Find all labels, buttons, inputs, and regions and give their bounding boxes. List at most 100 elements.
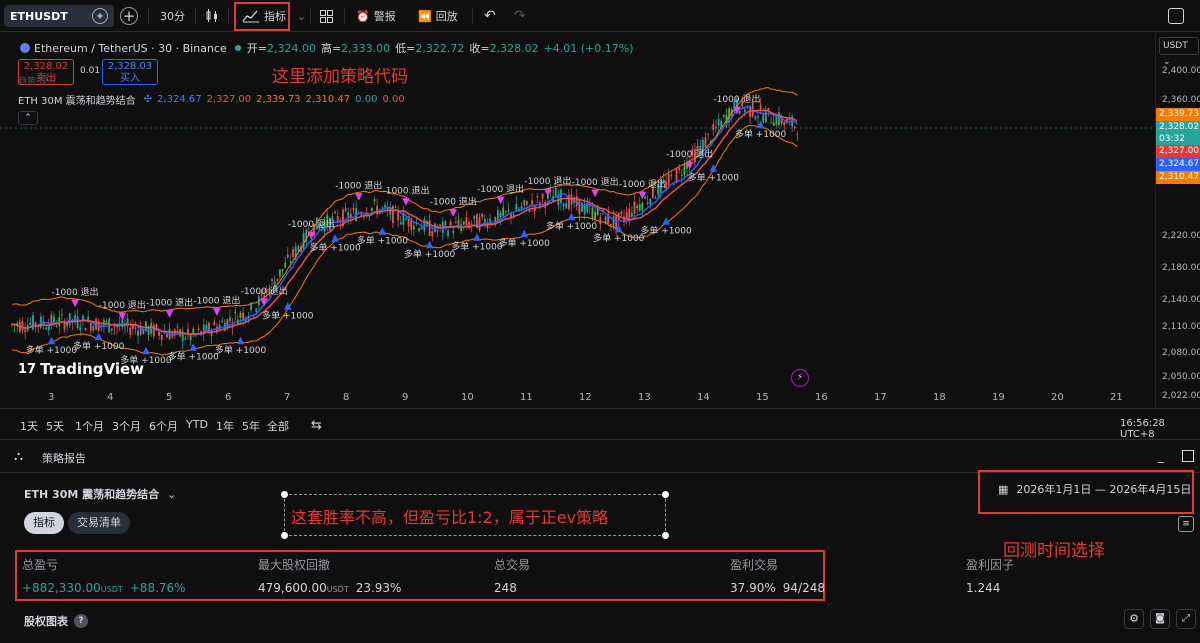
lightning-icon[interactable]: ⚡ [791, 369, 809, 387]
candle-body [213, 321, 216, 326]
trade-label: -1000 退出 [99, 299, 146, 311]
collapse-legend-icon[interactable]: ⌃ [18, 111, 38, 125]
metric-unit: USDT [100, 585, 123, 594]
candle-body [399, 222, 402, 225]
equity-chart-toggle[interactable]: 股权图表 ? [24, 613, 88, 629]
candle-body [436, 229, 439, 232]
fullscreen-icon[interactable] [1168, 8, 1184, 24]
trade-label: -1000 退出 [572, 176, 619, 188]
replay-button[interactable]: ⏪ 回放 [418, 5, 458, 27]
candle-body [680, 175, 683, 177]
goto-date-icon[interactable]: ⇆ [311, 418, 322, 433]
chart-pane[interactable]: 多单 +1000 ▲ -1000 退出 ▼ 多单 +1000 ▲ -1000 退出 ▼ 多单 +… [0, 32, 1155, 412]
watermark-text: TradingView [40, 360, 145, 378]
expand-icon[interactable]: ⤢ [1176, 609, 1196, 629]
price-tick: 2,360.00 [1162, 95, 1200, 105]
study-value-3: 2,339.73 [256, 94, 301, 105]
candle-body [189, 334, 192, 341]
range-button[interactable]: 全部 [267, 418, 289, 434]
strategy-name-dropdown[interactable]: ETH 30M 震荡和趋势结合 ⌄ [24, 486, 176, 502]
resize-handle[interactable] [662, 491, 669, 498]
help-icon[interactable]: ? [74, 614, 88, 628]
redo-icon[interactable]: ↷ [514, 5, 526, 27]
time-tick: 7 [284, 392, 291, 403]
range-button[interactable]: 1天 [20, 418, 38, 434]
short-arrow-icon: ▼ [639, 190, 647, 201]
study-value-5: 0.00 [355, 94, 378, 105]
annotation-code: 这里添加策略代码 [272, 67, 408, 87]
timeframe-button[interactable]: 30分 [160, 5, 185, 27]
candle-body [722, 114, 725, 117]
candle-body [793, 126, 796, 128]
range-button[interactable]: 5天 [46, 418, 64, 434]
buy-button[interactable]: 2,328.03 买入 [102, 59, 158, 85]
range-button[interactable]: 5年 [242, 418, 260, 434]
time-tick: 19 [992, 392, 1005, 403]
candle-body [234, 311, 237, 314]
candle-body [502, 207, 505, 217]
divider [310, 8, 311, 24]
candle-body [743, 109, 746, 113]
range-button[interactable]: 3个月 [112, 418, 141, 434]
candle-body [281, 268, 284, 271]
divider [148, 8, 149, 24]
compare-add-icon[interactable]: + [120, 7, 138, 25]
candle-type-icon[interactable] [205, 5, 219, 27]
currency-select[interactable]: USDT ⌄ [1159, 37, 1199, 67]
candle-body [654, 197, 657, 199]
tab-indicators[interactable]: 指标 [24, 512, 64, 534]
change-value: +4.01 (+0.17%) [543, 41, 634, 55]
indicator-template-chevron-icon[interactable]: ⌄ [297, 5, 306, 27]
symbol-search[interactable]: ETHUSDT ◈ [4, 5, 114, 27]
alert-button[interactable]: ⏰ 警报 [356, 5, 396, 27]
range-button[interactable]: 1个月 [75, 418, 104, 434]
time-axis[interactable]: 3 4 5 6 7 8 9 10 11 12 13 14 15 16 17 18 19 20 21 [0, 386, 1155, 408]
range-button[interactable]: 6个月 [149, 418, 178, 434]
candle-body [699, 145, 702, 149]
camera-icon[interactable]: ◙ [1150, 609, 1170, 629]
price-tick: 2,140.00 [1162, 295, 1200, 305]
layout-grid-icon[interactable] [320, 5, 333, 27]
candle-body [297, 246, 300, 251]
resize-handle[interactable] [662, 532, 669, 539]
date-range-picker[interactable]: ▦ 2026年1月1日 — 2026年4月15日 ⌄ [998, 481, 1200, 497]
minimize-panel-icon[interactable]: _ [1158, 449, 1164, 463]
resize-handle[interactable] [281, 532, 288, 539]
study-settings-icon[interactable]: ✣ [144, 94, 152, 105]
short-arrow-icon: ▼ [213, 307, 221, 318]
undo-icon[interactable]: ↶ [484, 5, 496, 27]
clock-label[interactable]: 16:56:28 UTC+8 [1120, 418, 1200, 440]
short-arrow-icon: ▼ [449, 208, 457, 219]
long-arrow-icon: ▲ [662, 215, 670, 226]
long-arrow-icon: ▲ [426, 239, 434, 250]
price-chart-svg: 多单 +1000▲-1000 退出▼多单 +1000▲-1000 退出▼多单 +… [0, 87, 1155, 366]
trade-label: -1000 退出 [241, 285, 288, 297]
candle-body [292, 249, 294, 257]
short-arrow-icon: ▼ [686, 160, 694, 171]
range-bar: 1天 5天 1个月 3个月 6个月 YTD 1年 5年 全部 ⇆ 16:56:28 UTC+8 [0, 408, 1200, 440]
range-button[interactable]: 1年 [216, 418, 234, 434]
panel-title[interactable]: 策略报告 [42, 450, 86, 466]
list-view-icon[interactable]: ≡ [1178, 516, 1194, 532]
price-axis[interactable]: USDT ⌄ 2,400.00 2,360.00 2,220.00 2,180.00 2… [1155, 32, 1200, 412]
short-arrow-icon: ▼ [497, 195, 505, 206]
trade-label: -1000 退出 [382, 184, 429, 196]
maximize-panel-icon[interactable] [1182, 450, 1194, 462]
resize-handle[interactable] [281, 491, 288, 498]
settings-gear-icon[interactable]: ⚙ [1124, 609, 1144, 629]
annotation-textbox[interactable]: 这套胜率不高，但盈亏比1:2，属于正ev策略 [281, 491, 669, 539]
candle-body [775, 117, 778, 125]
timezone-label[interactable] [1155, 386, 1200, 408]
candle-body [255, 308, 258, 313]
low-label: 低= [395, 42, 416, 55]
range-button[interactable]: YTD [186, 418, 208, 431]
price-tick: 2,080.00 [1162, 348, 1200, 358]
time-tick: 13 [638, 392, 651, 403]
tab-trade-list[interactable]: 交易清单 [68, 512, 130, 534]
candle-body [279, 269, 281, 277]
top-toolbar: ETHUSDT ◈ + 30分 指标 ⌄ ⏰ 警报 ⏪ 回放 ↶ ↷ [0, 0, 1200, 32]
short-arrow-icon: ▼ [402, 196, 410, 207]
candle-body [391, 205, 394, 223]
trade-label: -1000 退出 [430, 196, 477, 208]
strategy-report-panel: ETH 30M 震荡和趋势结合 ⌄ 指标 交易清单 这套胜率不高，但盈亏比1:2… [0, 470, 1200, 643]
